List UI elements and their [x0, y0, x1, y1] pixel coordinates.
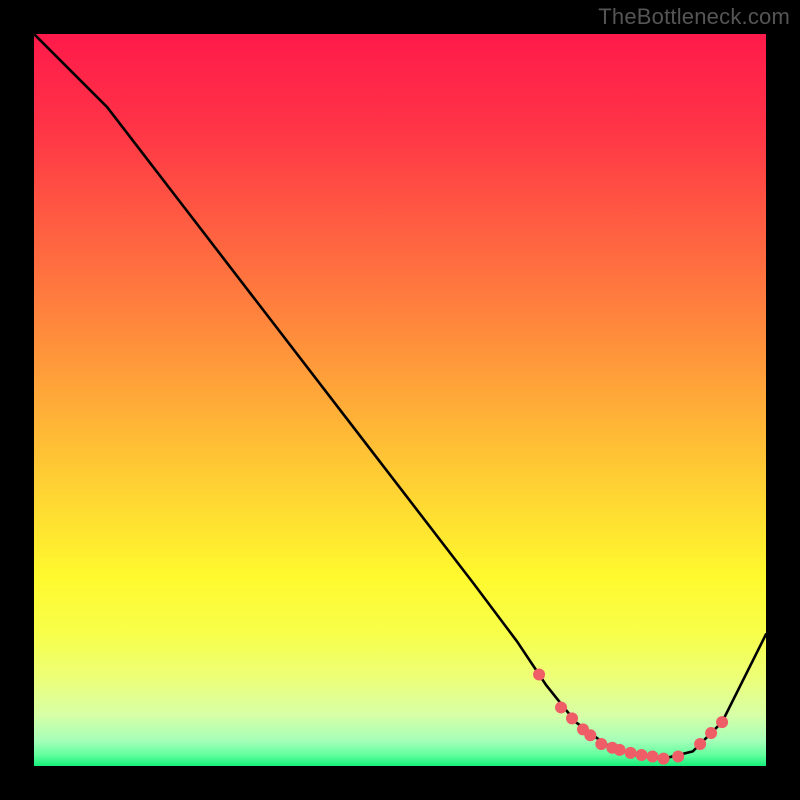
marker-dot	[658, 753, 670, 765]
marker-dot	[584, 729, 596, 741]
marker-dot	[647, 750, 659, 762]
marker-dot	[566, 712, 578, 724]
marker-dot	[694, 738, 706, 750]
marker-dot	[636, 749, 648, 761]
marker-dot	[595, 738, 607, 750]
marker-dot	[614, 744, 626, 756]
chart-plot	[34, 34, 766, 766]
marker-dot	[555, 701, 567, 713]
gradient-panel	[34, 34, 766, 766]
marker-dot	[672, 750, 684, 762]
marker-dot	[533, 669, 545, 681]
watermark-label: TheBottleneck.com	[598, 4, 790, 30]
marker-dot	[625, 747, 637, 759]
chart-frame: TheBottleneck.com	[0, 0, 800, 800]
marker-dot	[716, 716, 728, 728]
marker-dot	[705, 727, 717, 739]
